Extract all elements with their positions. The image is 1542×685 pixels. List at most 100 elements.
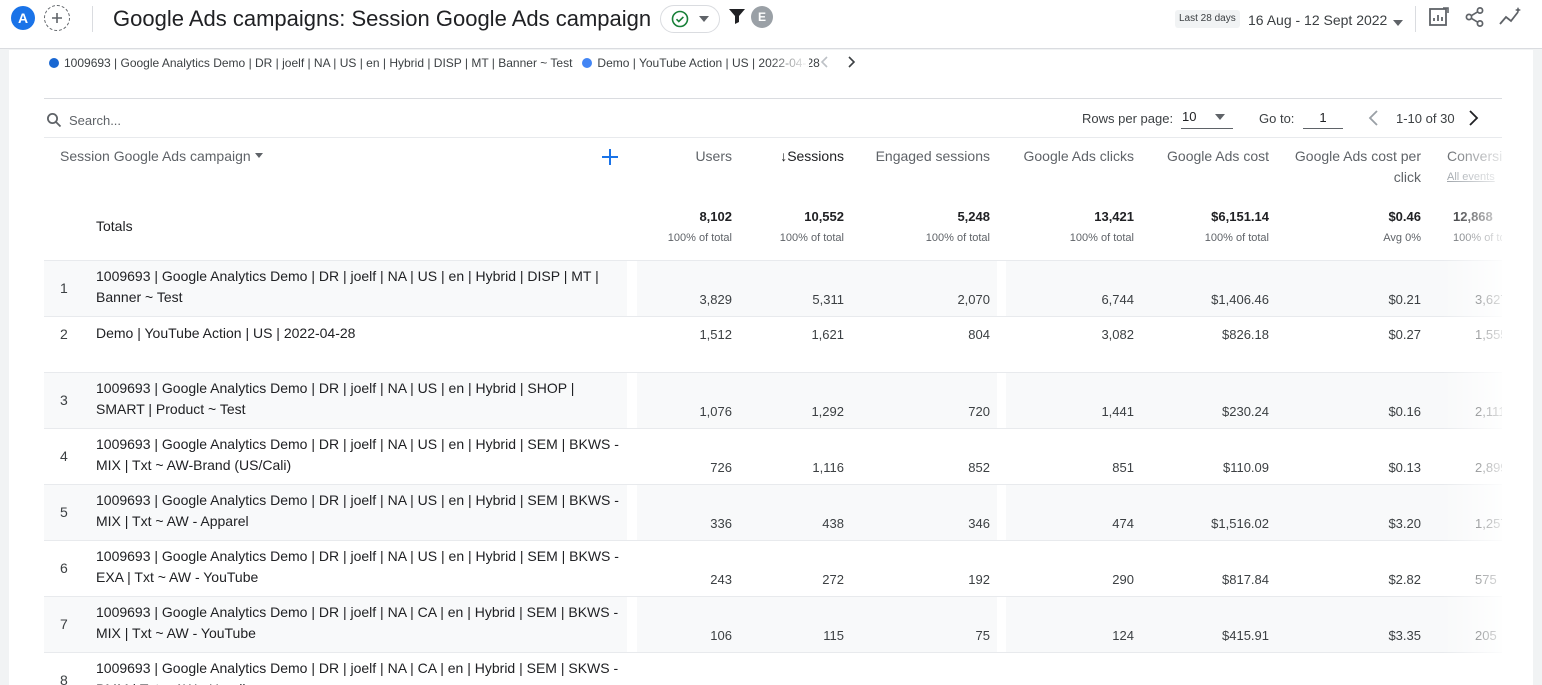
table-cell: 3,627 [1475,292,1502,307]
table-cell: 243 [710,572,732,587]
table-cell: 124 [1112,628,1134,643]
total-value: 12,868 [1453,209,1493,224]
row-shade [637,373,997,428]
table-cell: $817.84 [1222,572,1269,587]
table-cell: $415.91 [1222,628,1269,643]
all-events-link[interactable]: All events [1447,167,1502,188]
goto-page-input[interactable] [1303,107,1343,129]
table-row[interactable]: 1 1009693 | Google Analytics Demo | DR | … [44,260,1502,316]
row-shade [1006,597,1286,652]
total-value: 10,552 [804,209,844,224]
column-header-sessions[interactable]: ↓Sessions [780,146,844,167]
dimension-header[interactable]: Session Google Ads campaign [60,146,263,167]
table-cell: $1,406.46 [1211,292,1269,307]
row-shade [1286,597,1502,652]
table-row[interactable]: 5 1009693 | Google Analytics Demo | DR | … [44,484,1502,540]
edit-report-icon [1429,7,1449,26]
legend-next-button[interactable] [845,55,857,74]
total-sub: 100% of total [1204,232,1269,244]
data-table: Session Google Ads campaign Users ↓Sessi… [44,138,1502,685]
previous-page-button[interactable] [1367,109,1381,132]
filter-button[interactable] [728,7,746,30]
row-number: 5 [60,504,68,520]
column-header-google-ads-cost[interactable]: Google Ads cost [1167,146,1269,167]
table-cell: 3,082 [1101,327,1134,342]
table-cell: 205 [1475,628,1497,643]
table-row[interactable]: 8 1009693 | Google Analytics Demo | DR | … [44,652,1502,685]
insights-icon [1499,7,1521,25]
chevron-down-icon [699,16,709,22]
table-cell: 75 [975,628,990,643]
table-cell: 336 [710,516,732,531]
chevron-right-icon [1469,110,1479,126]
row-campaign-name[interactable]: 1009693 | Google Analytics Demo | DR | j… [96,602,626,644]
table-cell: 1,512 [699,327,732,342]
chevron-down-icon [254,153,263,158]
customize-report-button[interactable] [1428,6,1450,33]
table-row[interactable]: 6 1009693 | Google Analytics Demo | DR | … [44,540,1502,596]
table-row[interactable]: 2 Demo | YouTube Action | US | 2022-04-28… [44,316,1502,372]
table-cell: $1,516.02 [1211,516,1269,531]
total-value: $6,151.14 [1211,209,1269,224]
report-header: A Google Ads campaigns: Session Google A… [0,0,1542,49]
chevron-down-icon [1215,114,1225,120]
row-number: 8 [60,672,68,685]
row-campaign-name[interactable]: 1009693 | Google Analytics Demo | DR | j… [96,434,626,476]
total-value: $0.46 [1388,209,1421,224]
table-row[interactable]: 7 1009693 | Google Analytics Demo | DR | … [44,596,1502,652]
date-range-picker[interactable]: 16 Aug - 12 Sept 2022 [1248,10,1387,30]
row-campaign-name[interactable]: 1009693 | Google Analytics Demo | DR | j… [96,378,626,420]
table-cell: 726 [710,460,732,475]
table-row[interactable]: 4 1009693 | Google Analytics Demo | DR | … [44,428,1502,484]
row-campaign-name[interactable]: 1009693 | Google Analytics Demo | DR | j… [96,658,626,685]
legend-label: 1009693 | Google Analytics Demo | DR | j… [64,56,573,70]
column-header-google-ads-cpc[interactable]: Google Ads cost per click [1281,146,1421,188]
row-shade [1006,485,1286,540]
table-cell: 438 [822,516,844,531]
table-cell: 851 [1112,460,1134,475]
table-cell: $0.27 [1388,327,1421,342]
row-number: 7 [60,616,68,632]
rows-per-page-select[interactable]: 10 [1181,107,1233,129]
divider [44,98,1502,99]
table-cell: 1,116 [812,460,844,475]
table-cell: 474 [1112,516,1134,531]
comparison-avatar-a[interactable]: A [11,6,35,30]
chevron-down-icon [1393,20,1403,26]
table-cell: 2,070 [957,292,990,307]
chevron-right-icon [848,56,856,68]
report-status-dropdown[interactable] [660,5,720,33]
legend-prev-button[interactable] [819,55,831,74]
row-number: 2 [60,326,68,342]
add-comparison-button[interactable] [44,5,70,31]
date-range-dropdown[interactable] [1393,13,1403,31]
table-row[interactable]: 3 1009693 | Google Analytics Demo | DR | … [44,372,1502,428]
row-campaign-name[interactable]: 1009693 | Google Analytics Demo | DR | j… [96,546,626,588]
totals-label: Totals [96,218,133,234]
report-card: 1009693 | Google Analytics Demo | DR | j… [9,50,1533,685]
total-sub: 100% of total [925,232,990,244]
row-campaign-name[interactable]: 1009693 | Google Analytics Demo | DR | j… [96,490,626,532]
column-header-engaged-sessions[interactable]: Engaged sessions [876,146,990,167]
user-avatar-e[interactable]: E [751,6,773,28]
row-shade [1286,373,1502,428]
table-cell: $2.82 [1388,572,1421,587]
legend-item[interactable]: 1009693 | Google Analytics Demo | DR | j… [49,56,572,70]
next-page-button[interactable] [1466,109,1480,132]
share-button[interactable] [1464,6,1486,33]
column-header-google-ads-clicks[interactable]: Google Ads clicks [1024,146,1135,167]
table-cell: 720 [968,404,990,419]
search-input[interactable] [69,109,369,131]
column-header-conversions[interactable]: Conversions All events [1447,146,1502,188]
row-shade [1006,261,1286,316]
column-header-users[interactable]: Users [695,146,732,167]
total-sub: Avg 0% [1383,232,1421,244]
row-campaign-name[interactable]: 1009693 | Google Analytics Demo | DR | j… [96,266,626,308]
legend-dot [582,58,593,68]
row-campaign-name[interactable]: Demo | YouTube Action | US | 2022-04-28 [96,323,626,344]
check-circle-icon [671,10,689,28]
insights-button[interactable] [1498,6,1524,33]
table-cell: 6,744 [1101,292,1134,307]
total-value: 5,248 [957,209,990,224]
add-dimension-button[interactable] [601,148,619,171]
